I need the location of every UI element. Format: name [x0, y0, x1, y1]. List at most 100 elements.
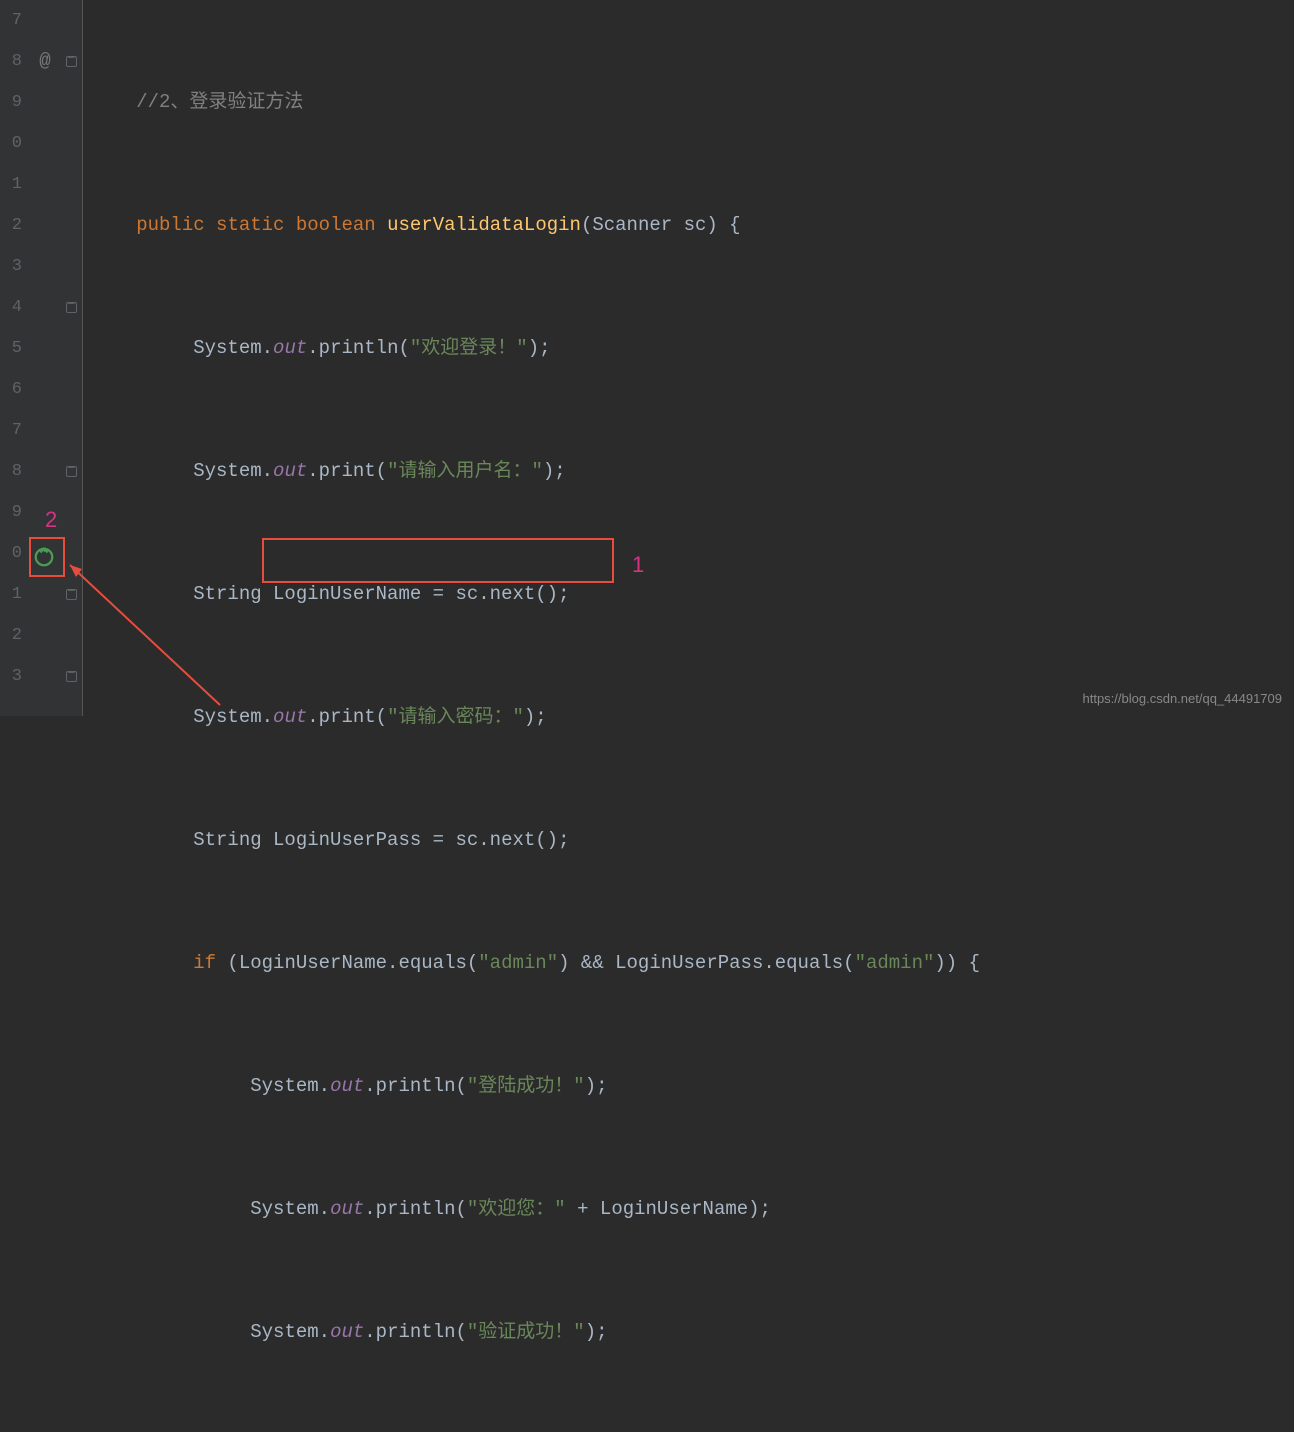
- fold-icon: [66, 466, 77, 477]
- watermark: https://blog.csdn.net/qq_44491709: [1083, 691, 1283, 706]
- fold-icon: [66, 302, 77, 313]
- params: (Scanner sc) {: [581, 214, 741, 236]
- gutter-marker: [30, 574, 60, 615]
- gutter-marker: [30, 369, 60, 410]
- code-line: String LoginUserName = sc.next();: [102, 574, 1294, 615]
- gutter-marker: [30, 451, 60, 492]
- fold-toggle[interactable]: [60, 574, 82, 615]
- method-call: .print(: [307, 706, 387, 728]
- gutter-marker: [30, 328, 60, 369]
- string-literal: "验证成功！": [467, 1321, 585, 1343]
- field-out: out: [273, 460, 307, 482]
- gutter-marker: [30, 82, 60, 123]
- line-number-gutter: 7 8 9 0 1 2 3 4 5 6 7 8 9 0 1 2 3: [0, 0, 30, 716]
- marker-column: @: [30, 0, 60, 716]
- class-ref: System.: [250, 1075, 330, 1097]
- fold-toggle[interactable]: [60, 287, 82, 328]
- recursion-icon[interactable]: [33, 546, 55, 568]
- keyword-public: public: [136, 214, 204, 236]
- annotation-label-2: 2: [45, 507, 57, 533]
- class-ref: System.: [250, 1321, 330, 1343]
- class-ref: System.: [193, 337, 273, 359]
- class-ref: System.: [250, 1198, 330, 1220]
- gutter-marker: [30, 615, 60, 656]
- field-out: out: [330, 1075, 364, 1097]
- line-number: 1: [0, 574, 22, 615]
- method-call: .println(: [307, 337, 410, 359]
- gutter-marker: [30, 410, 60, 451]
- method-call: .println(: [364, 1198, 467, 1220]
- fold-spacer: [60, 533, 82, 574]
- gutter-marker: [30, 164, 60, 205]
- line-number: 7: [0, 0, 22, 41]
- line-number: 9: [0, 82, 22, 123]
- line-number: 2: [0, 205, 22, 246]
- fold-spacer: [60, 246, 82, 287]
- fold-column: [60, 0, 82, 716]
- fold-spacer: [60, 205, 82, 246]
- fold-spacer: [60, 492, 82, 533]
- statement: String LoginUserPass = sc.next();: [193, 829, 569, 851]
- code-line: System.out.print("请输入用户名：");: [102, 451, 1294, 492]
- gutter-marker: [30, 246, 60, 287]
- line-number: 0: [0, 533, 22, 574]
- code-line: System.out.println("欢迎登录！");: [102, 328, 1294, 369]
- string-literal: "登陆成功！": [467, 1075, 585, 1097]
- keyword-if: if: [193, 952, 216, 974]
- punctuation: );: [528, 337, 551, 359]
- fold-spacer: [60, 82, 82, 123]
- code-line: if (LoginUserName.equals("admin") && Log…: [102, 943, 1294, 984]
- condition: )) {: [934, 952, 980, 974]
- annotation-label-1: 1: [632, 552, 644, 578]
- fold-spacer: [60, 164, 82, 205]
- fold-toggle[interactable]: [60, 41, 82, 82]
- field-out: out: [330, 1321, 364, 1343]
- string-literal: "欢迎您：": [467, 1198, 566, 1220]
- keyword-boolean: boolean: [296, 214, 376, 236]
- condition: (LoginUserName.equals(: [216, 952, 478, 974]
- line-number: 0: [0, 123, 22, 164]
- expression: + LoginUserName);: [566, 1198, 771, 1220]
- fold-toggle[interactable]: [60, 656, 82, 697]
- punctuation: );: [524, 706, 547, 728]
- fold-spacer: [60, 369, 82, 410]
- code-line: System.out.println("欢迎您：" + LoginUserNam…: [102, 1189, 1294, 1230]
- code-line: System.out.println("登陆成功！");: [102, 1066, 1294, 1107]
- fold-icon: [66, 56, 77, 67]
- line-number: 1: [0, 164, 22, 205]
- fold-spacer: [60, 328, 82, 369]
- fold-toggle[interactable]: [60, 451, 82, 492]
- line-number: 9: [0, 492, 22, 533]
- gutter-marker: [30, 656, 60, 697]
- code-line: public static boolean userValidataLogin(…: [102, 205, 1294, 246]
- fold-spacer: [60, 0, 82, 41]
- punctuation: );: [585, 1321, 608, 1343]
- punctuation: );: [585, 1075, 608, 1097]
- fold-spacer: [60, 123, 82, 164]
- method-declaration: userValidataLogin: [387, 214, 581, 236]
- field-out: out: [330, 1198, 364, 1220]
- code-line: System.out.println("验证成功！");: [102, 1312, 1294, 1353]
- gutter-marker: [30, 123, 60, 164]
- line-number: 5: [0, 328, 22, 369]
- fold-spacer: [60, 615, 82, 656]
- field-out: out: [273, 337, 307, 359]
- field-out: out: [273, 706, 307, 728]
- punctuation: );: [543, 460, 566, 482]
- line-number: 2: [0, 615, 22, 656]
- code-line: //2、登录验证方法: [102, 82, 1294, 123]
- string-literal: "admin": [855, 952, 935, 974]
- gutter-marker: [30, 205, 60, 246]
- override-marker[interactable]: @: [30, 41, 60, 82]
- class-ref: System.: [193, 460, 273, 482]
- fold-icon: [66, 671, 77, 682]
- line-number: 8: [0, 41, 22, 82]
- fold-spacer: [60, 410, 82, 451]
- method-call: .println(: [364, 1321, 467, 1343]
- code-area[interactable]: //2、登录验证方法 public static boolean userVal…: [82, 0, 1294, 716]
- line-number: 4: [0, 287, 22, 328]
- line-number: 7: [0, 410, 22, 451]
- gutter-marker: [30, 0, 60, 41]
- class-ref: System.: [193, 706, 273, 728]
- line-number: 3: [0, 656, 22, 697]
